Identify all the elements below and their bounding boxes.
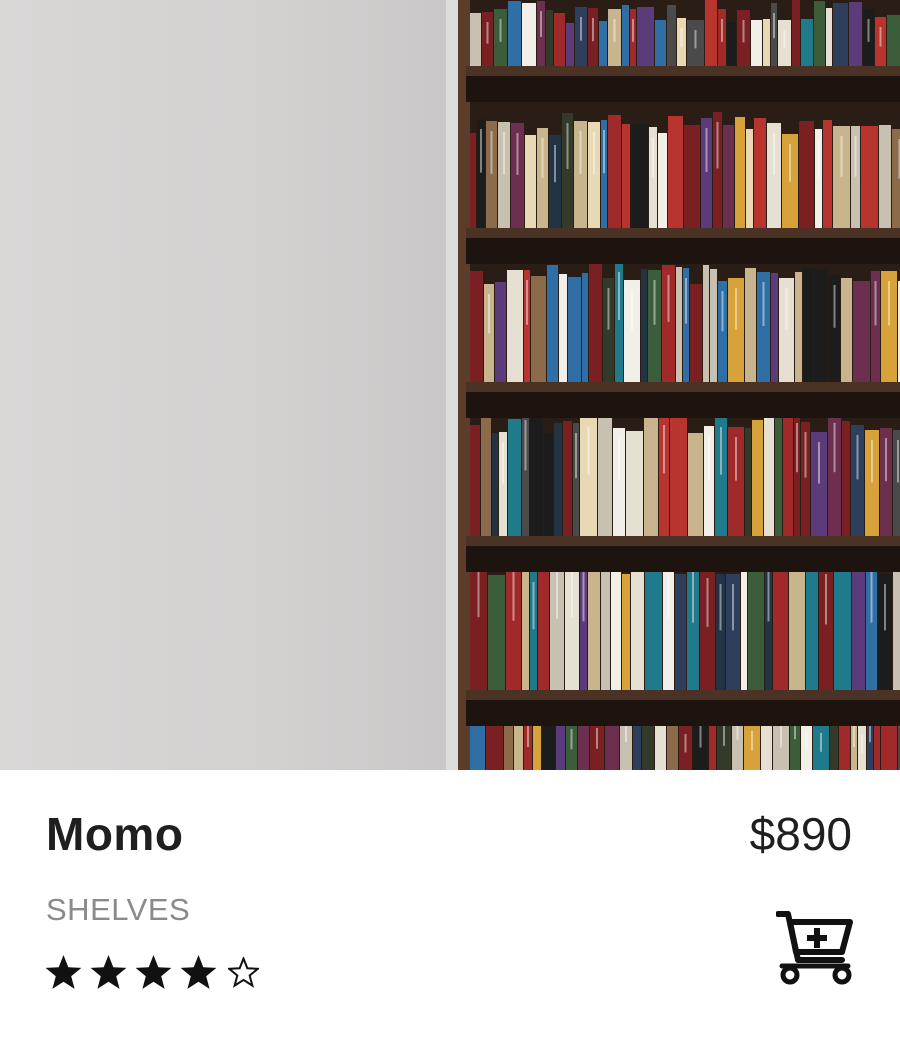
product-price: $890 <box>749 808 852 860</box>
star-filled-icon <box>135 954 172 989</box>
star-filled-icon <box>45 954 82 989</box>
add-to-cart-button[interactable] <box>776 908 854 990</box>
product-name: Momo <box>46 808 184 860</box>
bookshelf-image <box>0 0 900 770</box>
star-filled-icon <box>180 954 217 989</box>
product-image <box>0 0 900 770</box>
star-outline-icon <box>227 956 260 988</box>
star-filled-icon <box>90 954 127 989</box>
product-category: SHELVES <box>46 892 191 927</box>
add-to-cart-icon <box>776 911 853 985</box>
star-rating <box>44 950 263 994</box>
